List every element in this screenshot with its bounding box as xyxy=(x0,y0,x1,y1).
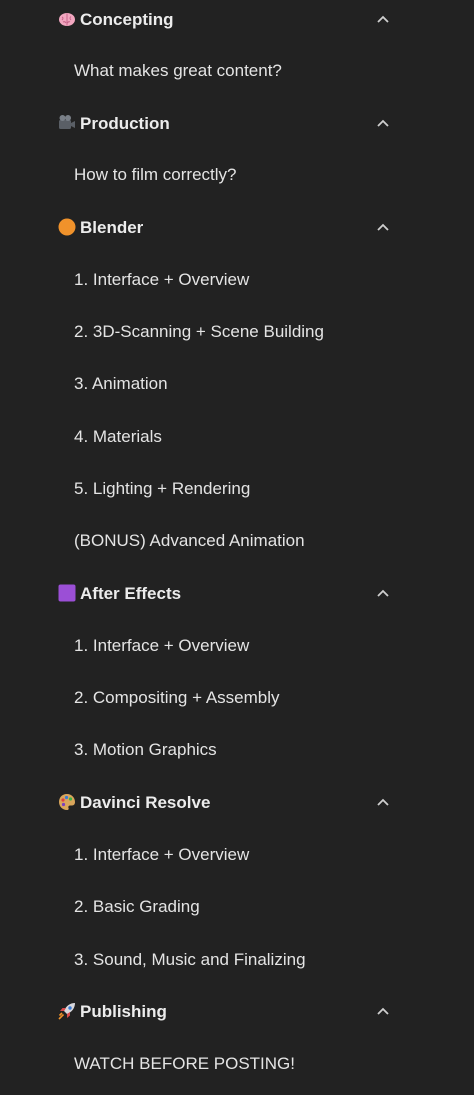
section-header-concepting[interactable]: Concepting xyxy=(0,2,474,42)
section-header-davinci-resolve[interactable]: Davinci Resolve xyxy=(0,785,474,825)
lesson-item[interactable]: What makes great content? xyxy=(74,61,282,91)
palette-icon xyxy=(59,794,75,810)
brain-icon xyxy=(59,13,75,26)
lesson-item[interactable]: 1. Interface + Overview xyxy=(74,845,249,875)
lesson-item[interactable]: (BONUS) Advanced Animation xyxy=(74,531,305,561)
section-title: Production xyxy=(80,114,170,133)
lesson-item[interactable]: 3. Sound, Music and Finalizing xyxy=(74,950,306,980)
rocket-icon xyxy=(58,1003,75,1020)
section-title: Blender xyxy=(80,218,144,237)
section-header-after-effects[interactable]: After Effects xyxy=(0,576,474,616)
lesson-item[interactable]: 5. Lighting + Rendering xyxy=(74,479,250,509)
chevron-up-icon[interactable] xyxy=(375,796,391,808)
chevron-up-icon[interactable] xyxy=(375,1005,391,1017)
lesson-item[interactable]: 1. Interface + Overview xyxy=(74,636,249,666)
section-header-blender[interactable]: Blender xyxy=(0,210,474,250)
lesson-item[interactable]: How to film correctly? xyxy=(74,165,236,195)
section-title: Concepting xyxy=(80,10,174,29)
lesson-item[interactable]: 2. 3D-Scanning + Scene Building xyxy=(74,322,324,352)
chevron-up-icon[interactable] xyxy=(375,117,391,129)
course-outline: Concepting What makes great content? Pro… xyxy=(0,0,474,1095)
chevron-up-icon[interactable] xyxy=(375,221,391,233)
section-header-production[interactable]: Production xyxy=(0,106,474,146)
lesson-item[interactable]: 4. Materials xyxy=(74,427,162,457)
lesson-item[interactable]: 2. Basic Grading xyxy=(74,897,200,927)
chevron-up-icon[interactable] xyxy=(375,13,391,25)
lesson-item[interactable]: 1. Interface + Overview xyxy=(74,270,249,300)
section-header-publishing[interactable]: Publishing xyxy=(0,994,474,1034)
lesson-item[interactable]: 3. Animation xyxy=(74,374,168,404)
lesson-item[interactable]: 2. Compositing + Assembly xyxy=(74,688,280,718)
orange-circle-icon xyxy=(58,218,76,236)
lesson-item[interactable]: WATCH BEFORE POSTING! xyxy=(74,1054,295,1084)
purple-square-icon xyxy=(58,584,76,602)
section-title: Davinci Resolve xyxy=(80,793,211,812)
lesson-item[interactable]: 3. Motion Graphics xyxy=(74,740,217,770)
section-title: Publishing xyxy=(80,1002,167,1021)
section-title: After Effects xyxy=(80,584,182,603)
film-camera-icon xyxy=(59,115,75,129)
chevron-up-icon[interactable] xyxy=(375,587,391,599)
